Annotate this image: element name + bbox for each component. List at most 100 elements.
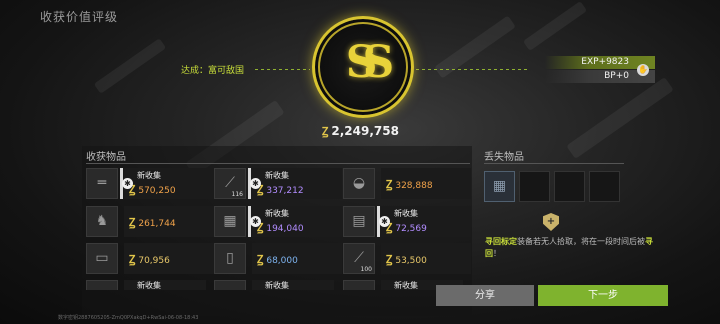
- body-armor-icon: ▦: [492, 178, 507, 194]
- item-thumbnail: ▯: [214, 243, 246, 274]
- item-thumbnail: ⟋ 100: [343, 243, 375, 274]
- item-info: Ꙁ 53,500: [381, 243, 471, 274]
- badge-icon: ✋: [637, 64, 649, 76]
- item-thumbnail: ⟋ 116: [214, 168, 246, 199]
- lost-title: 丢失物品: [484, 152, 524, 163]
- shield-icon: +: [543, 213, 559, 231]
- rating-letters: SS: [345, 37, 395, 88]
- collected-title: 收获物品: [86, 152, 126, 163]
- item-thumbnail: ▤: [343, 206, 375, 237]
- item-value: Ꙁ 570,250: [129, 182, 176, 197]
- item-cell[interactable]: ▤ 新收集 Ꙁ 72,569 ✱: [343, 206, 471, 237]
- item-cell[interactable]: ⟋ 100 Ꙁ 53,500: [343, 243, 471, 274]
- item-cell[interactable]: ⟋ 116 新收集 Ꙁ 337,212 ✱: [214, 168, 342, 199]
- new-collect-tag: 新收集: [394, 281, 418, 290]
- share-button[interactable]: 分享: [436, 285, 534, 306]
- item-value: Ꙁ 72,569: [386, 220, 427, 235]
- item-cell[interactable]: ═ 新收集 Ꙁ 570,250 ✱: [86, 168, 214, 199]
- item-value: Ꙁ 194,040: [257, 220, 304, 235]
- item-info: 新收集 Ꙁ 337,212: [252, 168, 342, 199]
- item-value-text: 68,000: [266, 256, 298, 266]
- new-collect-tag: 新收集: [137, 281, 161, 290]
- item-cell[interactable]: ▦ 新收集 Ꙁ 194,040 ✱: [214, 206, 342, 237]
- currency-icon: Ꙁ: [129, 253, 136, 266]
- item-cell[interactable]: ▭ Ꙁ 70,956: [86, 243, 214, 274]
- spear-icon: ⟋: [225, 175, 235, 191]
- item-value-text: 328,888: [395, 181, 433, 191]
- lost-slot[interactable]: [554, 171, 585, 202]
- golden-rabbit-icon: ♞: [95, 213, 109, 229]
- item-value: Ꙁ 337,212: [257, 182, 304, 197]
- recovery-hint: 寻回标定装备若无人拾取，将在一段时间后被寻回！: [485, 236, 665, 260]
- currency-icon: Ꙁ: [386, 178, 393, 191]
- item-info: Ꙁ 261,744: [124, 206, 214, 237]
- rating-emblem: SS: [312, 16, 414, 118]
- item-cell[interactable]: 新收集: [86, 280, 206, 290]
- item-info: 新收集 Ꙁ 194,040: [252, 206, 342, 237]
- item-value-text: 261,744: [138, 219, 176, 229]
- item-thumbnail: ▭: [86, 243, 118, 274]
- item-value-text: 337,212: [266, 186, 304, 196]
- new-collect-tag: 新收集: [265, 281, 289, 290]
- next-button[interactable]: 下一步: [538, 285, 668, 306]
- divider: [86, 163, 470, 164]
- item-value-text: 70,956: [138, 256, 170, 266]
- item-cell[interactable]: 新收集: [214, 280, 334, 290]
- gear-icon: ✱: [250, 178, 261, 189]
- lost-slot[interactable]: [519, 171, 550, 202]
- item-thumbnail: [86, 280, 118, 290]
- item-cell[interactable]: ▯ Ꙁ 68,000: [214, 243, 342, 274]
- bg-streak: [522, 1, 588, 51]
- new-collect-tag: 新收集: [137, 171, 161, 180]
- hint-highlight: 寻回标定: [485, 237, 517, 246]
- gear-icon: ✱: [122, 178, 133, 189]
- item-value: Ꙁ 261,744: [129, 215, 176, 230]
- item-value: Ꙁ 68,000: [257, 252, 298, 267]
- lost-slot[interactable]: [589, 171, 620, 202]
- item-value-text: 53,500: [395, 256, 427, 266]
- gear-icon: ✱: [379, 216, 390, 227]
- total-value: Ꙁ 2,249,758: [322, 124, 399, 139]
- ammo-box-icon: ▭: [95, 250, 109, 266]
- session-id: 数字密钥2887605205-ZmQ0PXakqD+RwSai-06-08-18…: [58, 315, 199, 321]
- document-icon: ▯: [226, 250, 234, 266]
- divider: [410, 69, 530, 70]
- item-value: Ꙁ 328,888: [386, 177, 433, 192]
- divider: [484, 163, 624, 164]
- armor-vest-icon: ▦: [223, 213, 237, 229]
- item-cell[interactable]: ♞ Ꙁ 261,744: [86, 206, 214, 237]
- new-collect-tag: 新收集: [265, 171, 289, 180]
- chest-rig-icon: ▤: [352, 213, 366, 229]
- divider: [255, 69, 310, 70]
- lost-slot[interactable]: ▦: [484, 171, 515, 202]
- currency-icon: Ꙁ: [129, 216, 136, 229]
- bg-streak: [93, 38, 167, 94]
- hint-text: ！: [493, 249, 501, 258]
- item-thumbnail: ♞: [86, 206, 118, 237]
- total-value-text: 2,249,758: [331, 124, 399, 138]
- page-title: 收获价值评级: [40, 10, 119, 24]
- reward-box: EXP+9823 BP+0 ✋: [545, 56, 655, 83]
- rifle-icon: ═: [97, 175, 107, 191]
- new-collect-tag: 新收集: [265, 209, 289, 218]
- item-thumbnail: [214, 280, 246, 290]
- item-thumbnail: ▦: [214, 206, 246, 237]
- item-value-text: 194,040: [266, 224, 304, 234]
- hint-text: 装备若无人拾取，将在一段时间后被: [517, 237, 645, 246]
- currency-icon: Ꙁ: [386, 253, 393, 266]
- item-thumbnail: [343, 280, 375, 290]
- item-info: 新收集 Ꙁ 570,250: [124, 168, 214, 199]
- bg-streak: [566, 77, 674, 159]
- item-value: Ꙁ 70,956: [129, 252, 170, 267]
- achievement-label: 达成：富可敌国: [181, 66, 245, 76]
- item-thumbnail: ═: [86, 168, 118, 199]
- item-value-text: 72,569: [395, 224, 427, 234]
- currency-icon: Ꙁ: [322, 125, 329, 138]
- item-value: Ꙁ 53,500: [386, 252, 427, 267]
- item-cell[interactable]: ◒ Ꙁ 328,888: [343, 168, 471, 199]
- knife-icon: ⟋: [354, 250, 364, 266]
- item-info: Ꙁ 68,000: [252, 243, 342, 274]
- item-info: Ꙁ 328,888: [381, 168, 471, 199]
- currency-icon: Ꙁ: [257, 253, 264, 266]
- item-info: 新收集 Ꙁ 72,569: [381, 206, 471, 237]
